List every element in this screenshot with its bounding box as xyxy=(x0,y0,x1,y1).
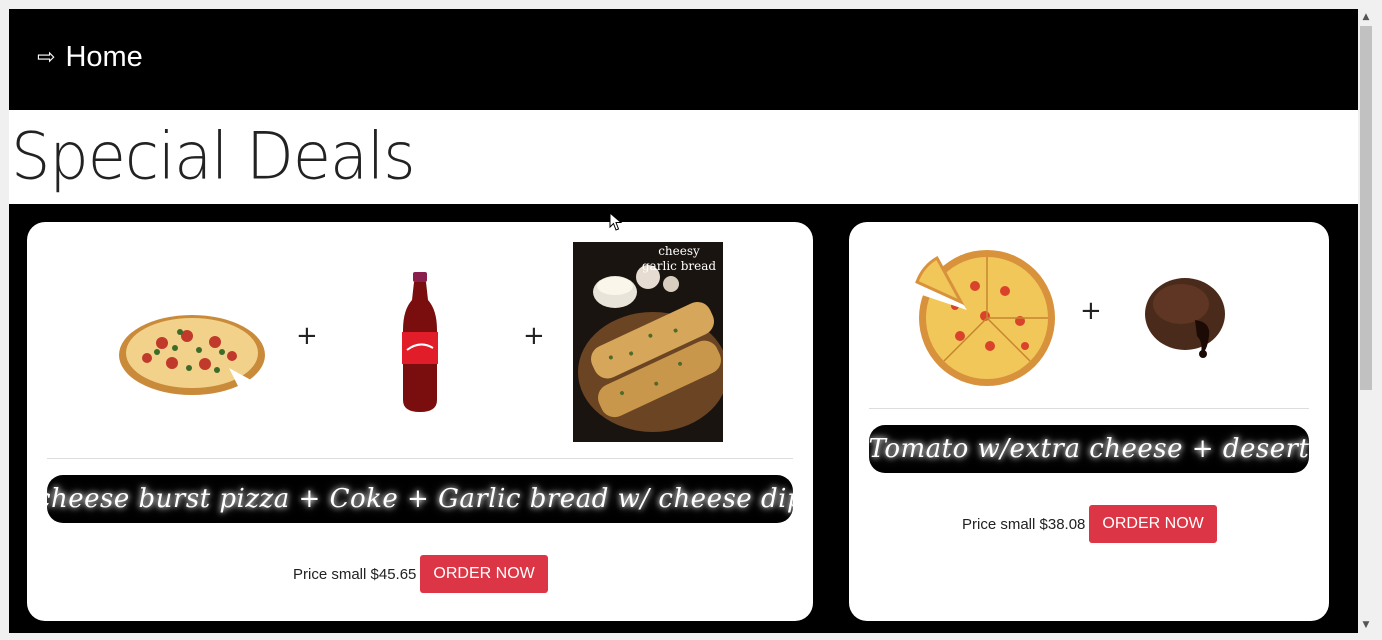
plus-sign: + xyxy=(296,321,318,351)
deal-card: + Tomato w/extra cheese + desert Price s… xyxy=(849,222,1329,621)
navbar: ⇨ Home xyxy=(9,9,1358,110)
scroll-up-arrow-icon[interactable]: ▲ xyxy=(1358,9,1374,25)
coke-bottle-image xyxy=(402,272,438,412)
pizza-image xyxy=(119,315,265,395)
deal-name: Tomato w/extra cheese + desert xyxy=(869,425,1309,473)
arrow-right-icon: ⇨ xyxy=(37,44,56,70)
browser-viewport: ⇨ Home Special Deals + + cheesy garlic b… xyxy=(9,9,1358,633)
deals-section: + + cheesy garlic bread cheese burst piz… xyxy=(9,204,1358,633)
deal-card: + + cheesy garlic bread cheese burst piz… xyxy=(27,222,813,621)
price-row: Price small $38.08 ORDER NOW xyxy=(962,505,1217,543)
lava-cake-image xyxy=(1145,278,1225,358)
order-now-button[interactable]: ORDER NOW xyxy=(420,555,548,593)
scroll-down-arrow-icon[interactable]: ▼ xyxy=(1358,617,1374,633)
garlic-bread-caption: cheesy garlic bread xyxy=(641,244,717,273)
nav-home-label: Home xyxy=(65,41,143,73)
order-now-button[interactable]: ORDER NOW xyxy=(1089,505,1217,543)
mouse-cursor-icon xyxy=(609,212,623,231)
page-title: Special Deals xyxy=(11,117,416,195)
vertical-scrollbar[interactable]: ▲ ▼ xyxy=(1358,9,1374,633)
price-text: Price small $38.08 xyxy=(962,515,1086,533)
scroll-thumb[interactable] xyxy=(1360,26,1372,390)
card-divider xyxy=(47,458,793,459)
garlic-bread-image: cheesy garlic bread xyxy=(573,242,723,442)
pizza-image xyxy=(915,250,1055,386)
deal-name: cheese burst pizza + Coke + Garlic bread… xyxy=(47,475,793,523)
price-row: Price small $45.65 ORDER NOW xyxy=(293,555,548,593)
price-text: Price small $45.65 xyxy=(293,565,417,583)
title-band: Special Deals xyxy=(9,110,1358,204)
plus-sign: + xyxy=(1080,296,1102,326)
card-divider xyxy=(869,408,1309,409)
nav-home-link[interactable]: ⇨ Home xyxy=(37,43,143,72)
plus-sign: + xyxy=(523,321,545,351)
